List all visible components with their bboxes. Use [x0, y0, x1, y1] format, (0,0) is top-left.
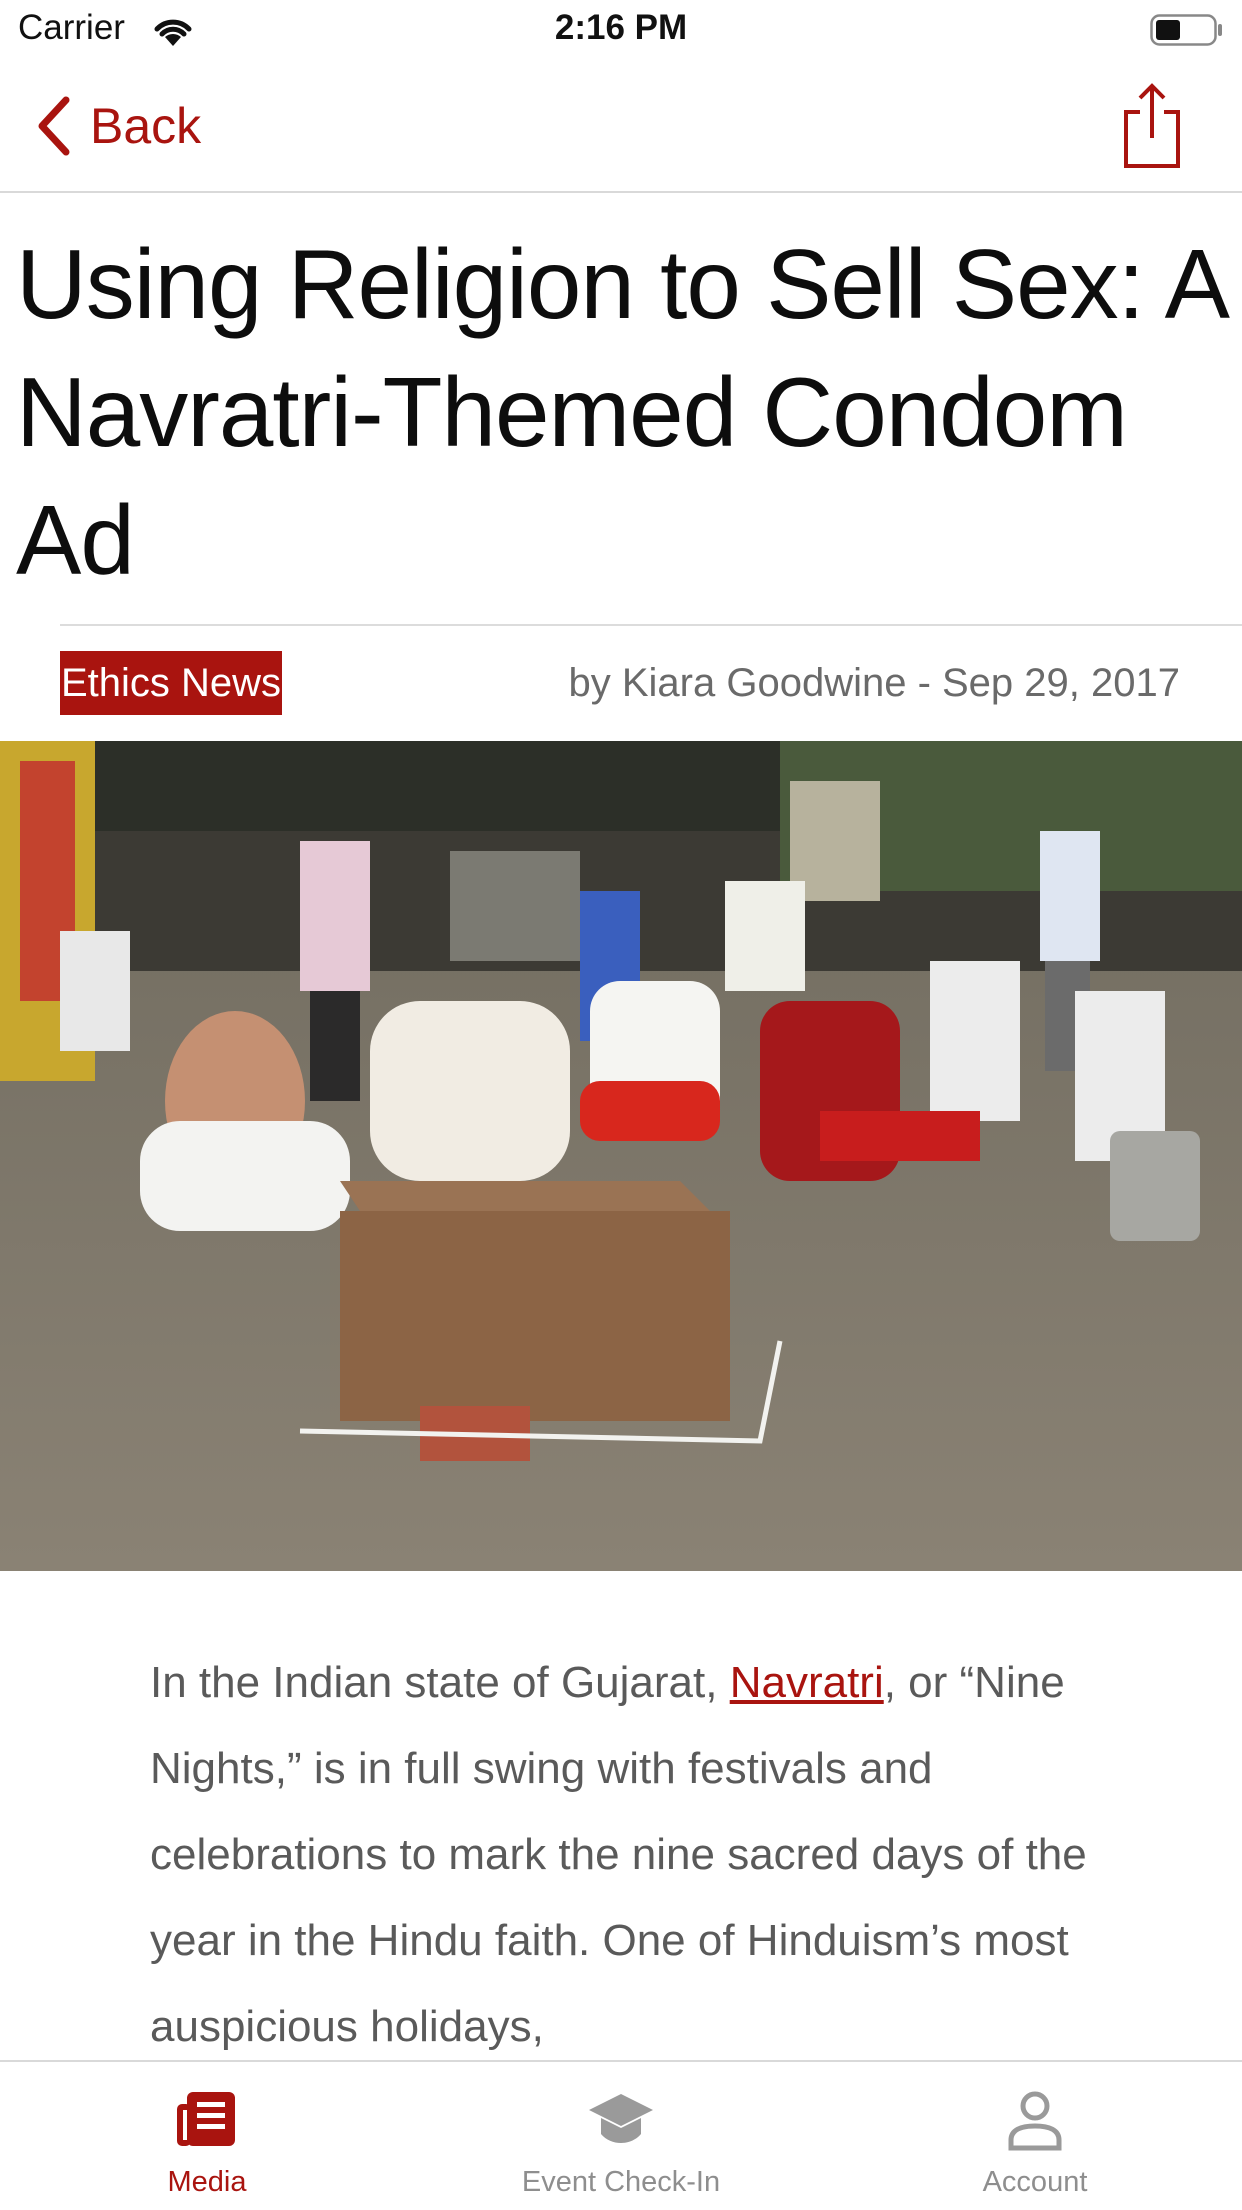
article-hero-image [0, 741, 1242, 1571]
status-bar: Carrier 2:16 PM [0, 0, 1242, 60]
tab-bar: Media Event Check-In Account [0, 2060, 1242, 2210]
category-badge[interactable]: Ethics News [60, 651, 283, 715]
article-body: In the Indian state of Gujarat, Navratri… [150, 1640, 1110, 2070]
article-title: Using Religion to Sell Sex: A Navratri-T… [16, 229, 1225, 595]
share-icon[interactable] [1120, 82, 1184, 170]
header-divider [60, 624, 1242, 626]
tab-media[interactable]: Media [0, 2062, 414, 2210]
battery-icon [1150, 14, 1222, 46]
graduation-cap-icon [589, 2094, 653, 2143]
tab-account[interactable]: Account [828, 2062, 1242, 2210]
body-text-continued: , or “Nine Nights,” is in full swing wit… [150, 1658, 1087, 2051]
status-time: 2:16 PM [554, 8, 688, 47]
tab-label-account: Account [982, 2166, 1088, 2198]
article-byline: by Kiara Goodwine - Sep 29, 2017 [568, 661, 1180, 705]
newspaper-icon [177, 2092, 235, 2146]
tab-label-event-check-in: Event Check-In [521, 2166, 721, 2198]
tab-label-media: Media [167, 2166, 247, 2198]
tab-event-check-in[interactable]: Event Check-In [414, 2062, 828, 2210]
navratri-link[interactable]: Navratri [730, 1658, 884, 1707]
person-icon [1008, 2091, 1062, 2151]
back-label: Back [90, 98, 202, 154]
body-text-intro: In the Indian state of Gujarat, [150, 1658, 730, 1707]
chevron-left-icon [38, 96, 70, 156]
navigation-bar: Back [0, 60, 1242, 193]
back-button[interactable]: Back [34, 94, 201, 158]
